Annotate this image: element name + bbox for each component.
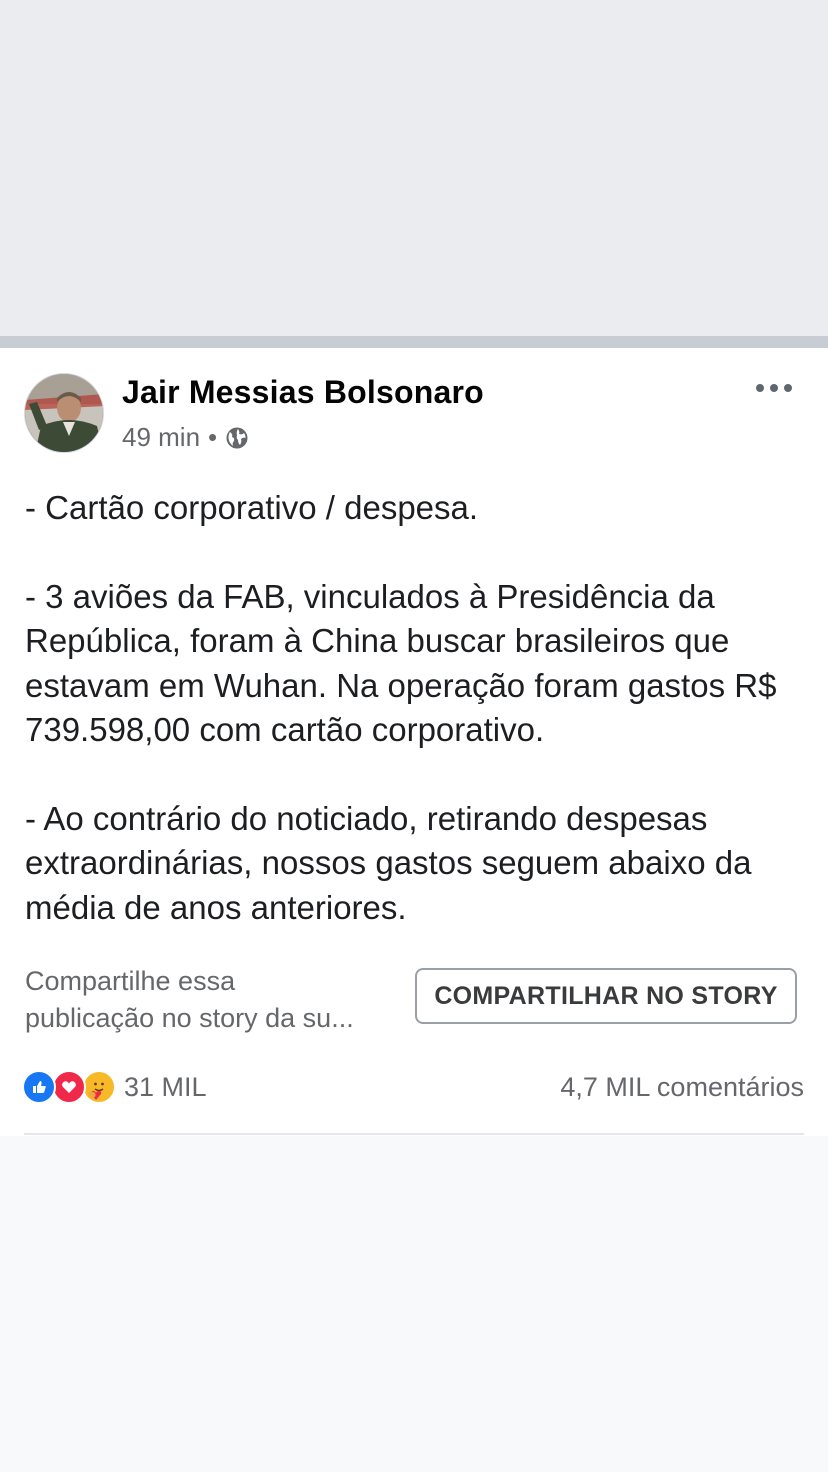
more-dot <box>784 384 792 392</box>
share-hint: Compartilhe essa publicação no story da … <box>25 963 405 1037</box>
love-icon <box>52 1070 86 1104</box>
share-to-story-button[interactable]: COMPARTILHAR NO STORY <box>415 968 797 1024</box>
more-options-icon[interactable] <box>756 373 792 403</box>
share-hint-line: publicação no story da su... <box>25 1003 354 1033</box>
post-paragraph: - 3 aviões da FAB, vinculados à Presidên… <box>25 577 777 749</box>
post-paragraph: - Ao contrário do noticiado, retirando d… <box>25 799 752 926</box>
top-background <box>0 0 828 336</box>
share-hint-line: Compartilhe essa <box>25 966 236 996</box>
post-text: - Cartão corporativo / despesa. - 3 aviõ… <box>25 486 805 930</box>
reactions-count: 31 MIL <box>124 1071 207 1102</box>
section-divider <box>0 336 828 348</box>
meta-separator: • <box>208 422 218 452</box>
avatar[interactable] <box>24 373 104 453</box>
more-dot <box>770 384 778 392</box>
post-meta: 49 min • <box>122 422 249 453</box>
post-divider <box>24 1133 804 1135</box>
avatar-photo-icon <box>25 374 103 452</box>
like-icon <box>22 1070 56 1104</box>
author-name[interactable]: Jair Messias Bolsonaro <box>122 374 484 411</box>
post-time[interactable]: 49 min <box>122 422 200 453</box>
post-card: Jair Messias Bolsonaro 49 min • - Cartão… <box>0 348 828 1136</box>
more-dot <box>756 384 764 392</box>
globe-icon <box>226 427 248 448</box>
post-paragraph: - Cartão corporativo / despesa. <box>25 489 479 526</box>
care-icon <box>82 1070 116 1104</box>
reactions-summary[interactable]: 31 MIL <box>22 1070 207 1104</box>
comments-count[interactable]: 4,7 MIL comentários <box>560 1072 804 1103</box>
